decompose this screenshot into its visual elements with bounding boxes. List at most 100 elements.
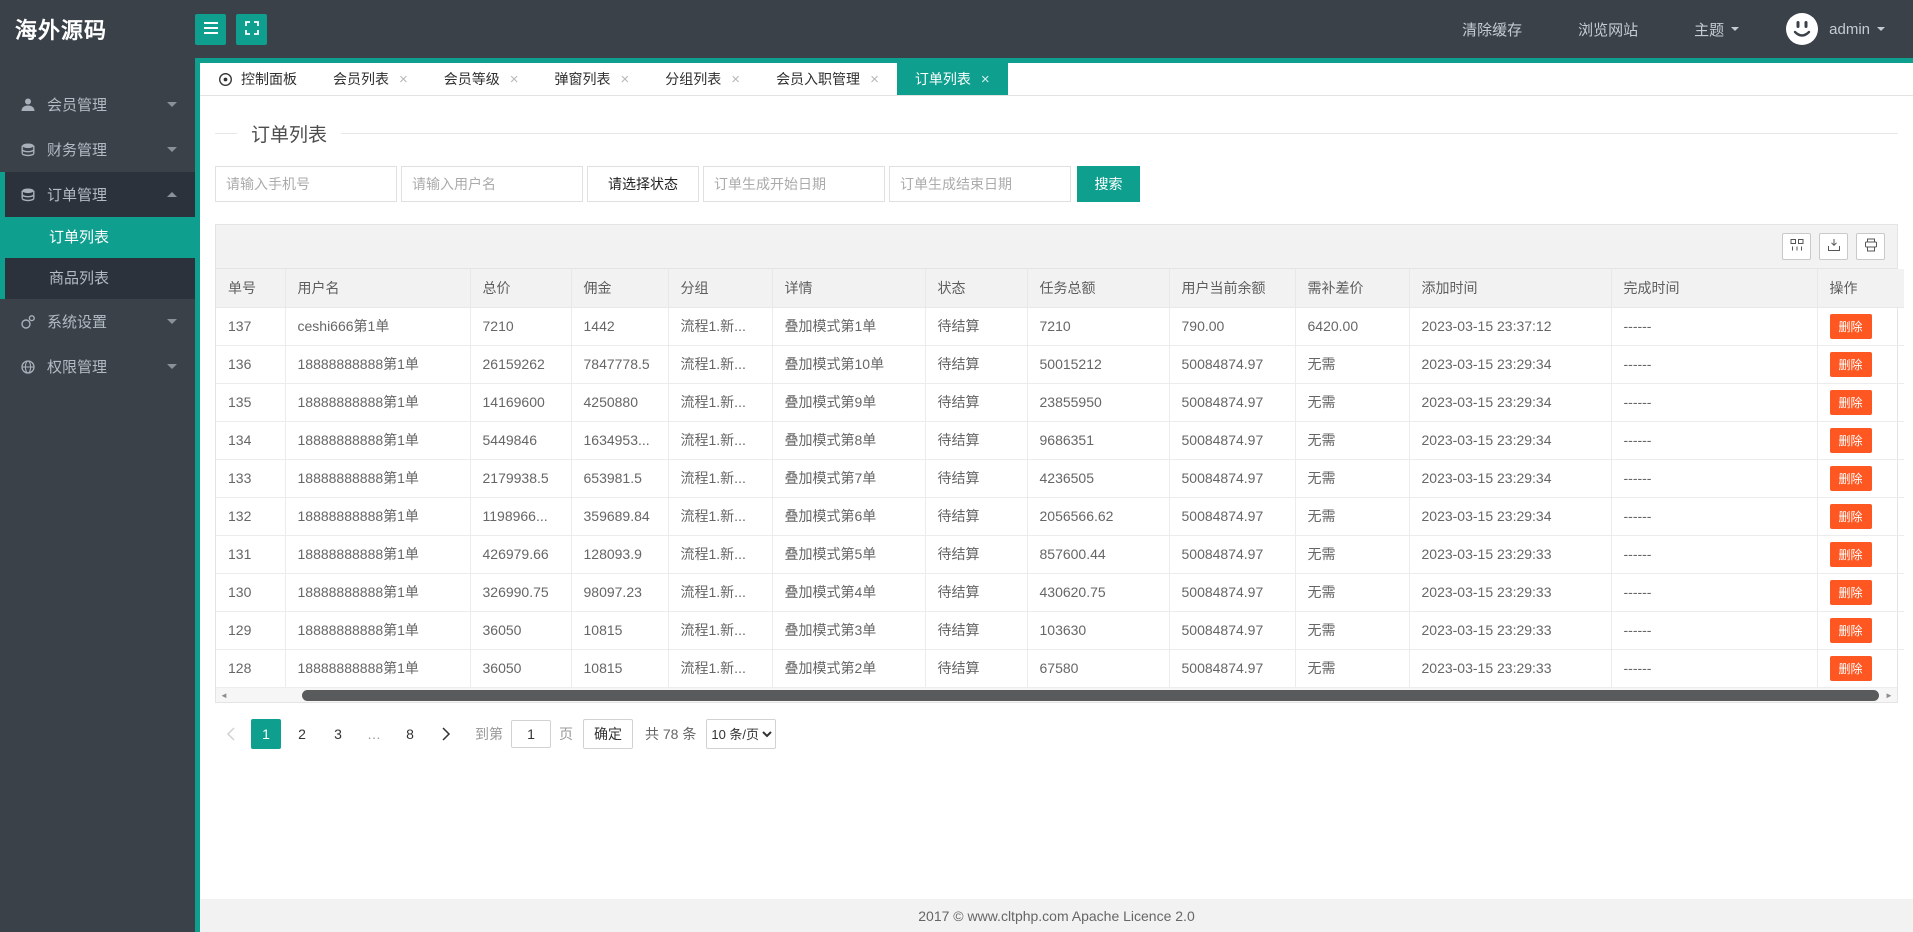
cell-commission: 653981.5 [570, 458, 669, 498]
cell-group: 流程1.新... [667, 648, 773, 687]
end-date-input[interactable] [889, 166, 1071, 202]
footer: 2017 © www.cltphp.com Apache Licence 2.0 [200, 899, 1913, 932]
sidebar-item-permission-management[interactable]: 权限管理 [0, 344, 195, 389]
cell-task-total: 2056566.62 [1026, 496, 1170, 536]
cell-total-price: 36050 [469, 648, 572, 687]
delete-button[interactable]: 删除 [1829, 655, 1872, 681]
cell-actions: 删除 [1816, 420, 1904, 460]
tab-popup-list[interactable]: 弹窗列表 × [537, 63, 648, 95]
cell-user-balance: 50084874.97 [1168, 344, 1296, 384]
cell-commission: 359689.84 [570, 496, 669, 536]
confirm-button[interactable]: 确定 [583, 719, 633, 749]
close-icon[interactable]: × [981, 72, 990, 87]
col-header-total-price: 总价 [469, 269, 572, 308]
username-label: admin [1829, 20, 1870, 38]
close-icon[interactable]: × [510, 72, 519, 87]
sidebar-toggle-button[interactable] [195, 13, 226, 45]
scroll-left-arrow-icon[interactable]: ◄ [217, 688, 231, 702]
start-date-input[interactable] [703, 166, 885, 202]
tab-group-list[interactable]: 分组列表 × [647, 63, 758, 95]
cell-add-time: 2023-03-15 23:29:34 [1408, 458, 1612, 498]
cell-task-total: 67580 [1026, 648, 1170, 687]
user-menu[interactable]: admin [1829, 21, 1885, 38]
avatar[interactable] [1785, 12, 1819, 46]
sidebar-item-label: 财务管理 [47, 142, 108, 159]
tab-member-level[interactable]: 会员等级 × [426, 63, 537, 95]
delete-button[interactable]: 删除 [1829, 617, 1872, 643]
sidebar-item-finance-management[interactable]: 财务管理 [0, 127, 195, 172]
prev-page-button[interactable] [215, 719, 245, 749]
cell-group: 流程1.新... [667, 382, 773, 422]
sidebar-item-order-management[interactable]: 订单管理 [5, 172, 195, 217]
cell-details: 叠加模式第4单 [771, 572, 926, 612]
delete-button[interactable]: 删除 [1829, 579, 1872, 605]
cell-order-no: 132 [216, 496, 286, 536]
status-select-button[interactable]: 请选择状态 [587, 166, 699, 202]
cell-order-no: 130 [216, 572, 286, 612]
cell-total-price: 2179938.5 [469, 458, 572, 498]
cell-order-no: 128 [216, 648, 286, 687]
fullscreen-button[interactable] [236, 13, 267, 45]
page-button-8[interactable]: 8 [395, 719, 425, 749]
cell-commission: 10815 [570, 648, 669, 687]
goto-page-input[interactable] [511, 720, 551, 748]
delete-button[interactable]: 删除 [1829, 351, 1872, 377]
toggle-columns-button[interactable] [1782, 233, 1811, 260]
browse-site-link[interactable]: 浏览网站 [1578, 19, 1638, 40]
tab-dashboard[interactable]: 控制面板 [200, 63, 315, 95]
delete-button[interactable]: 删除 [1829, 427, 1872, 453]
cell-username: 18888888888第1单 [284, 534, 471, 574]
chevron-down-icon [167, 364, 177, 374]
total-count-label: 共 78 条 [645, 726, 697, 742]
table-row: 130 18888888888第1单 326990.75 98097.23 流程… [216, 572, 1904, 612]
close-icon[interactable]: × [731, 72, 740, 87]
sidebar-subitem-order-list[interactable]: 订单列表 [5, 217, 195, 258]
page-button-2[interactable]: 2 [287, 719, 317, 749]
delete-button[interactable]: 删除 [1829, 541, 1872, 567]
cell-actions: 删除 [1816, 344, 1904, 384]
tab-member-onboarding[interactable]: 会员入职管理 × [758, 63, 897, 95]
scroll-right-arrow-icon[interactable]: ► [1882, 688, 1896, 702]
clear-cache-link[interactable]: 清除缓存 [1462, 19, 1522, 40]
delete-button[interactable]: 删除 [1829, 503, 1872, 529]
page-button-3[interactable]: 3 [323, 719, 353, 749]
username-input[interactable] [401, 166, 583, 202]
tab-member-list[interactable]: 会员列表 × [315, 63, 426, 95]
close-icon[interactable]: × [621, 72, 630, 87]
per-page-select[interactable]: 10 条/页 [706, 719, 777, 749]
col-header-task-total: 任务总额 [1026, 269, 1170, 308]
cell-details: 叠加模式第3单 [771, 610, 926, 650]
cell-details: 叠加模式第1单 [771, 306, 926, 346]
page-button-1[interactable]: 1 [251, 719, 281, 749]
tab-order-list[interactable]: 订单列表 × [896, 63, 1008, 95]
scrollbar-thumb[interactable] [302, 690, 1879, 701]
sidebar-item-system-settings[interactable]: 系统设置 [0, 299, 195, 344]
theme-menu[interactable]: 主题 [1694, 19, 1740, 40]
cell-username: 18888888888第1单 [284, 382, 471, 422]
export-button[interactable] [1819, 233, 1848, 260]
delete-button[interactable]: 删除 [1829, 465, 1872, 491]
cell-commission: 10815 [570, 610, 669, 650]
print-button[interactable] [1856, 233, 1885, 260]
sidebar-item-member-management[interactable]: 会员管理 [0, 82, 195, 127]
phone-input[interactable] [215, 166, 397, 202]
search-button[interactable]: 搜索 [1077, 166, 1140, 202]
cell-status: 待结算 [924, 458, 1028, 498]
cell-price-difference: 无需 [1294, 382, 1410, 422]
cell-add-time: 2023-03-15 23:29:34 [1408, 420, 1612, 460]
sidebar-subitem-product-list[interactable]: 商品列表 [5, 258, 195, 299]
delete-button[interactable]: 删除 [1829, 313, 1872, 339]
next-page-button[interactable] [431, 719, 461, 749]
close-icon[interactable]: × [399, 72, 408, 87]
tab-label: 订单列表 [914, 71, 971, 87]
delete-button[interactable]: 删除 [1829, 389, 1872, 415]
cell-task-total: 103630 [1026, 610, 1170, 650]
cell-group: 流程1.新... [667, 496, 773, 536]
divider [215, 132, 237, 134]
cell-add-time: 2023-03-15 23:29:33 [1408, 610, 1612, 650]
pagination: 1 2 3 … 8 到第 页 确定 共 78 条 10 条/页 [215, 719, 1898, 749]
cell-order-no: 133 [216, 458, 286, 498]
cell-status: 待结算 [924, 306, 1028, 346]
cell-order-no: 135 [216, 382, 286, 422]
close-icon[interactable]: × [870, 72, 879, 87]
